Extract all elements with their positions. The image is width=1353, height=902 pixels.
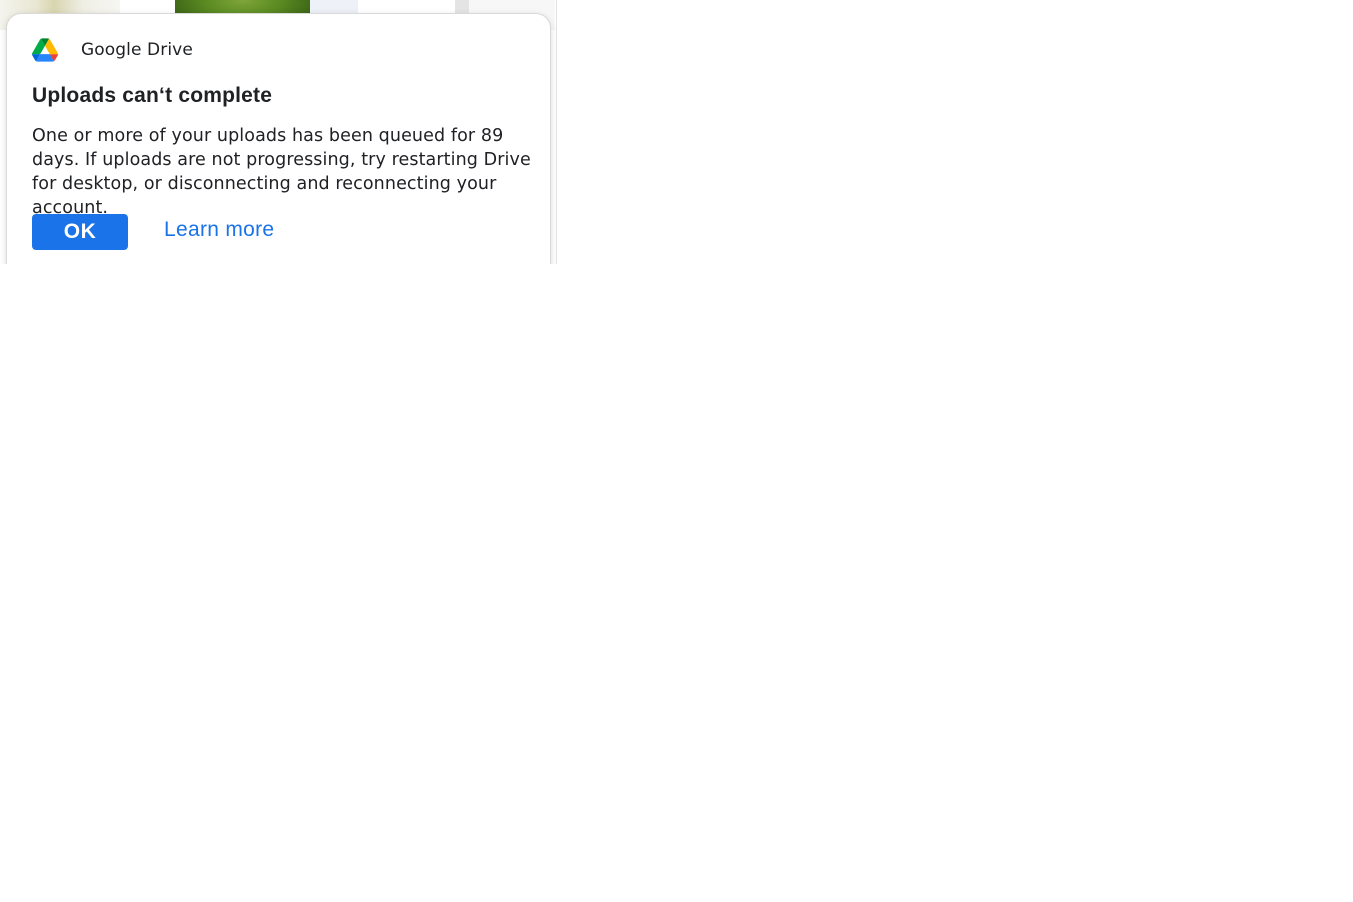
app-name: Google Drive	[81, 40, 193, 60]
notification-message: One or more of your uploads has been que…	[32, 126, 531, 218]
notification-header: Google Drive	[32, 38, 193, 62]
screen-background	[0, 264, 560, 304]
desktop: Google Drive Uploads can‘t complete One …	[0, 0, 1353, 902]
learn-more-link[interactable]: Learn more	[164, 218, 274, 242]
ok-button[interactable]: OK	[32, 214, 128, 250]
notification-card: Google Drive Uploads can‘t complete One …	[7, 14, 550, 284]
notification-title: Uploads can‘t complete	[32, 84, 273, 107]
google-drive-icon	[32, 38, 58, 62]
